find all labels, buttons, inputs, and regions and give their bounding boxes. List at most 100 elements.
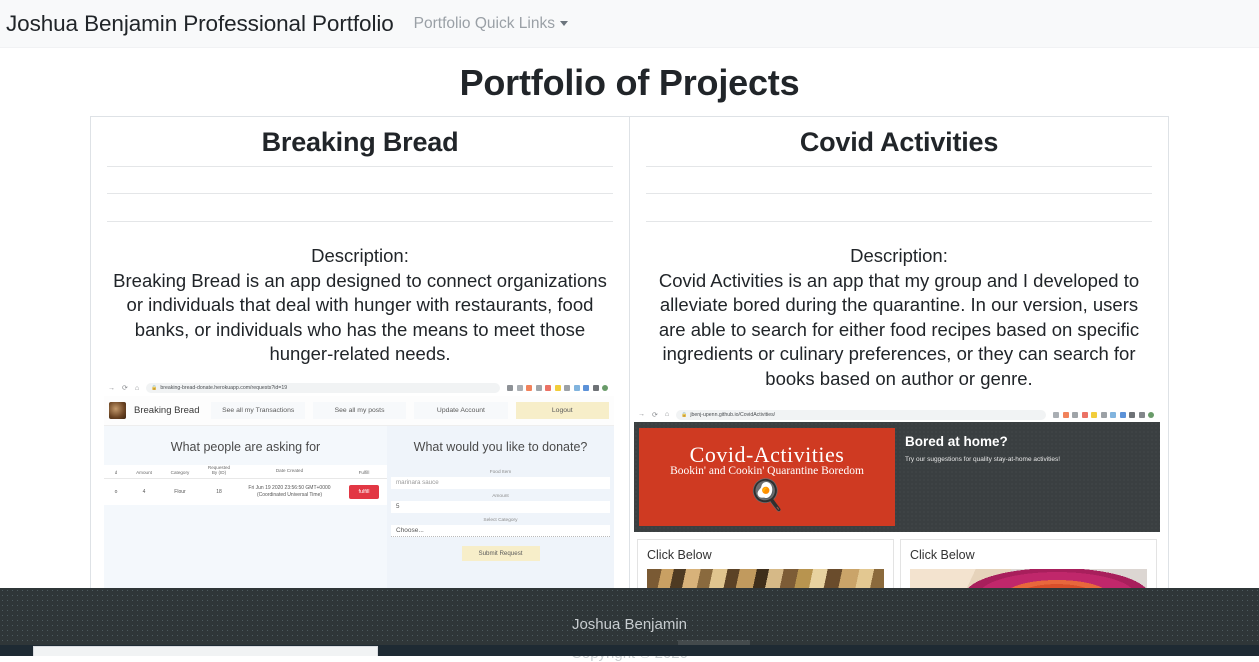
grid-icon	[1091, 411, 1097, 418]
footer-name: Joshua Benjamin	[571, 616, 688, 633]
embedded-url-text: jbenj-upenn.github.io/CovidActivities/	[690, 411, 776, 418]
bookmark-icon	[592, 385, 599, 391]
bb-requests-panel: What people are asking for d Amount Cate…	[104, 425, 387, 601]
card-title: Breaking Bread	[261, 127, 459, 157]
bb-cell-date-created: Fri Jun 19 2020 23:56:50 GMT+0000 (Coord…	[238, 485, 341, 498]
card-title: Covid Activities	[799, 127, 999, 157]
bb-col-amount: Amount	[136, 469, 152, 475]
card-link-row[interactable]	[646, 166, 1152, 194]
key-icon	[507, 385, 513, 391]
ca-banner: Covid-Activities Bookin' and Cookin' Qua…	[639, 428, 895, 526]
bb-submit-request-button[interactable]: Submit Request	[461, 545, 540, 561]
bb-app-navbar: Breaking Bread See all my Transactions S…	[104, 395, 614, 426]
ghost-icon	[1129, 411, 1135, 418]
chevron-down-icon	[559, 21, 568, 26]
ca-banner-subtitle: Bookin' and Cookin' Quarantine Boredom	[670, 465, 864, 477]
lock-icon: 🔒	[151, 385, 158, 391]
project-card-covid-activities: Covid Activities Description: Covid Acti…	[629, 116, 1169, 602]
embedded-address-bar[interactable]: 🔒 jbenj-upenn.github.io/CovidActivities/	[676, 409, 1046, 420]
ca-tile-title: Click Below	[647, 548, 712, 562]
colorpick-icon	[1119, 411, 1126, 418]
card-description-text: Breaking Bread is an app designed to con…	[113, 269, 607, 365]
embedded-url-text: breaking-bread-donate.herokuapp.com/requ…	[160, 385, 288, 391]
bb-donate-panel: What would you like to donate? Food Item…	[387, 426, 614, 602]
ca-hero-heading: Bored at home?	[905, 434, 1008, 449]
script-icon	[554, 385, 561, 391]
bb-select-category-label: Select Category	[483, 517, 518, 523]
bb-cell-date-line1: Fri Jun 19 2020 23:56:50 GMT+0000	[248, 485, 331, 491]
card-description-label: Description:	[850, 245, 948, 266]
embedded-browser-chrome: → ⟳ ⌂ 🔒 jbenj-upenn.github.io/CovidActiv…	[634, 407, 1160, 422]
lock-icon: 🔒	[681, 411, 688, 418]
embedded-address-bar[interactable]: 🔒 breaking-bread-donate.herokuapp.com/re…	[146, 383, 500, 393]
bb-select-category-dropdown[interactable]: Choose...	[391, 524, 610, 537]
card-link-row[interactable]	[107, 194, 613, 222]
bb-donate-heading: What would you like to donate?	[413, 439, 588, 454]
star-icon	[1053, 411, 1059, 418]
ca-hero-text-column: Bored at home? Try our suggestions for q…	[905, 428, 1155, 526]
bb-table-row: o 4 Flour 18 Fri Jun 19 2020 23:56:50 GM…	[104, 479, 387, 505]
bb-col-fulfill: Fulfill	[358, 469, 370, 475]
bb-nav-update-account-button[interactable]: Update Account	[414, 401, 508, 419]
ca-hero-section: Covid-Activities Bookin' and Cookin' Qua…	[634, 422, 1160, 532]
project-screenshot-breaking-bread: → ⟳ ⌂ 🔒 breaking-bread-donate.herokuapp.…	[104, 380, 614, 602]
covid-activities-app: Covid-Activities Bookin' and Cookin' Qua…	[634, 422, 1160, 601]
arrow-forward-icon: →	[108, 384, 115, 392]
card-link-row[interactable]	[107, 166, 613, 194]
project-screenshot-covid-activities: → ⟳ ⌂ 🔒 jbenj-upenn.github.io/CovidActiv…	[634, 407, 1160, 601]
card-description: Description: Breaking Bread is an app de…	[91, 222, 629, 367]
breaking-bread-app: Breaking Bread See all my Transactions S…	[104, 395, 614, 602]
ghost-icon	[583, 385, 589, 391]
bb-nav-logout-button[interactable]: Logout	[515, 401, 609, 419]
note-icon	[564, 385, 570, 391]
card-description: Description: Covid Activities is an app …	[630, 222, 1168, 391]
ca-hero-text: Try our suggestions for quality stay-at-…	[905, 456, 1061, 463]
bb-cell-category: Flour	[174, 488, 186, 495]
bb-table-header-row: d Amount Category Requested By (ID) Date…	[104, 465, 387, 479]
puzzle-icon	[1081, 411, 1088, 418]
home-icon: ⌂	[134, 384, 140, 392]
embedded-extension-tray	[1053, 411, 1156, 418]
bb-cell-date-line2: (Coordinated Universal Time)	[256, 491, 323, 498]
card-link-row[interactable]	[646, 194, 1152, 222]
bb-amount-input[interactable]: 5	[391, 500, 610, 513]
bb-col-requested-by-line2: By (ID)	[211, 469, 227, 475]
card-description-label: Description:	[311, 245, 409, 266]
reload-icon: ⟳	[652, 411, 658, 419]
bread-logo-icon	[109, 401, 126, 419]
clock-icon	[1072, 411, 1078, 418]
shield-icon	[526, 385, 532, 391]
embedded-extension-tray	[507, 385, 610, 391]
bb-cell-fulfill: fulfill	[341, 484, 387, 499]
card-link-list	[91, 166, 629, 222]
bb-nav-transactions-button[interactable]: See all my Transactions	[211, 401, 305, 419]
navbar-brand[interactable]: Joshua Benjamin Professional Portfolio	[6, 11, 394, 37]
nav-dropdown-label: Portfolio Quick Links	[413, 14, 555, 32]
home-icon: ⌂	[664, 411, 670, 418]
page-title: Portfolio of Projects	[459, 62, 800, 103]
bb-requests-heading: What people are asking for	[170, 439, 321, 454]
nav-dropdown-portfolio-quick-links[interactable]: Portfolio Quick Links	[414, 15, 568, 33]
bb-nav-posts-button[interactable]: See all my posts	[312, 401, 407, 419]
bb-col-date-created: Date Created	[275, 468, 304, 473]
avatar-icon	[1148, 411, 1154, 418]
bookmark-icon	[1138, 411, 1145, 418]
bb-brand: Breaking Bread	[134, 404, 200, 416]
arrow-forward-icon: →	[638, 411, 645, 418]
shield-icon	[1062, 411, 1069, 418]
download-shelf-panel[interactable]	[33, 646, 378, 656]
star-icon	[516, 385, 523, 391]
navbar: Joshua Benjamin Professional Portfolio P…	[0, 0, 1259, 48]
bb-fulfill-button[interactable]: fulfill	[349, 484, 379, 499]
note-icon	[1110, 411, 1116, 418]
colorpick-icon	[573, 385, 580, 391]
bb-col-item: d	[114, 469, 118, 475]
bb-app-body: What people are asking for d Amount Cate…	[104, 425, 614, 602]
bb-col-category: Category	[170, 469, 190, 475]
bb-requests-table: d Amount Category Requested By (ID) Date…	[104, 464, 387, 505]
card-description-text: Covid Activities is an app that my group…	[658, 269, 1140, 389]
cook-at-stove-icon: 🍳	[748, 479, 786, 512]
bb-col-requested-by: Requested By (ID)	[200, 465, 238, 475]
bb-food-item-input[interactable]: marinara sauce	[391, 476, 610, 489]
reload-icon: ⟳	[122, 385, 128, 392]
